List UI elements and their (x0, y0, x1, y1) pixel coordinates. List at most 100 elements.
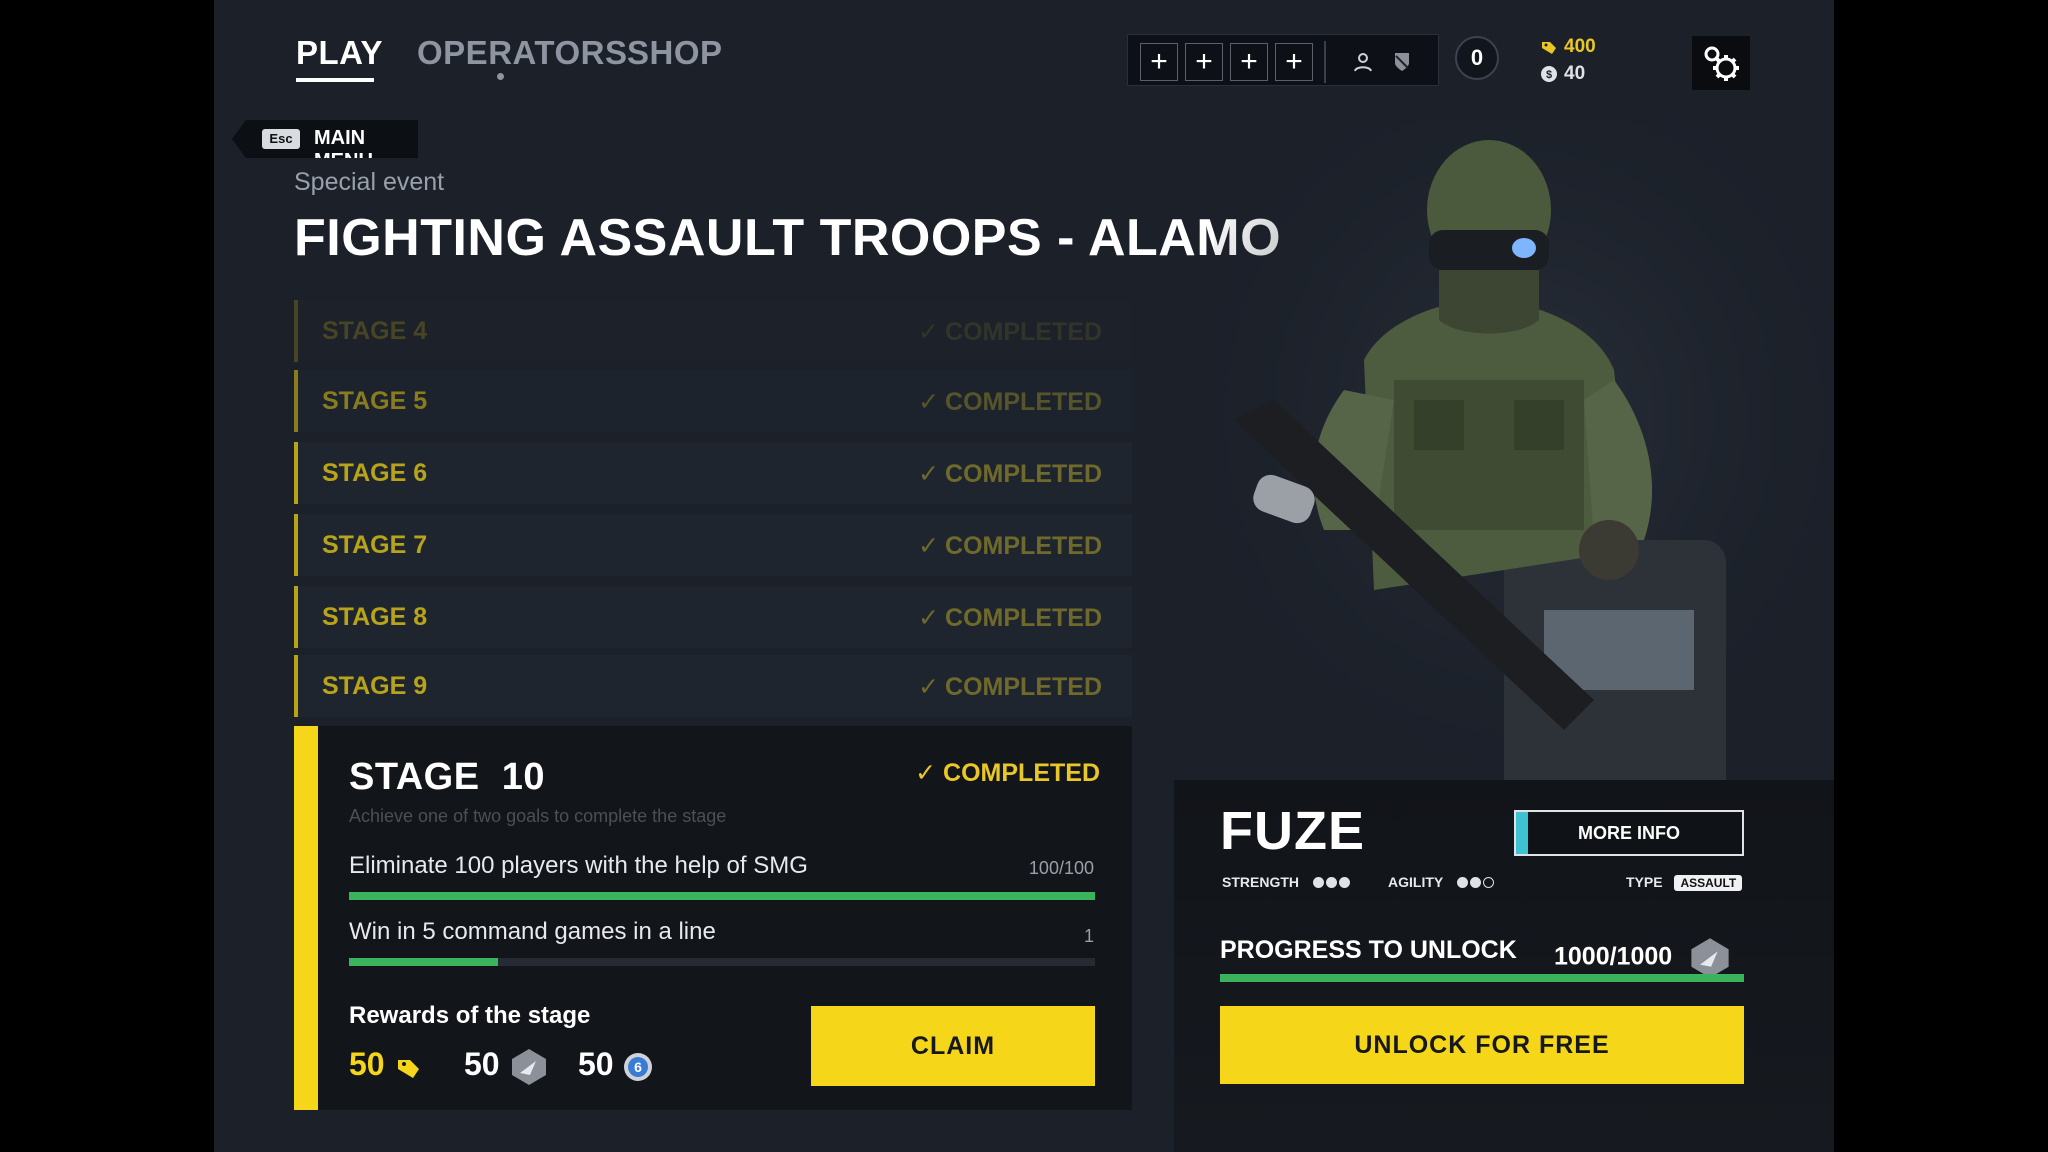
squad-slot-add-button[interactable]: + (1275, 43, 1313, 81)
strength-stat: STRENGTH (1222, 874, 1352, 891)
tab-shop[interactable]: SHOP (627, 34, 723, 72)
stage-title: STAGE 10 (349, 756, 545, 798)
tab-play[interactable]: PLAY (296, 34, 383, 72)
stage-row[interactable]: STAGE 5 ✓ COMPLETED (294, 370, 1132, 432)
agility-rating (1456, 875, 1496, 891)
stage-status-label: COMPLETED (945, 318, 1102, 346)
stage-status-label: COMPLETED (945, 673, 1102, 701)
stage-status-label: COMPLETED (945, 460, 1102, 488)
reward-amount: 50 (464, 1046, 500, 1082)
settings-gear-icon[interactable] (1692, 36, 1750, 90)
stage-name: STAGE 8 (322, 603, 428, 631)
goal-progress-bar (349, 892, 1095, 900)
check-icon: ✓ (918, 388, 940, 416)
stage-status: ✓ COMPLETED (918, 459, 1102, 489)
operator-portrait (1214, 120, 1834, 780)
rating-dot (1456, 877, 1468, 889)
rewards-label: Rewards of the stage (349, 1002, 591, 1029)
stage-row[interactable]: STAGE 6 ✓ COMPLETED (294, 442, 1132, 504)
unlock-progress-bar (1220, 974, 1744, 982)
operator-name: FUZE (1220, 801, 1365, 861)
strength-rating (1312, 875, 1352, 891)
dogtag-currency: 400 (1540, 36, 1596, 58)
notification-dot (497, 73, 504, 80)
type-stat: TYPE ASSAULT (1626, 874, 1743, 891)
svg-text:6: 6 (635, 1059, 643, 1075)
stage-status: ✓ COMPLETED (918, 603, 1102, 633)
type-badge: ASSAULT (1674, 875, 1743, 891)
check-icon: ✓ (918, 604, 940, 632)
goal-progress-fill (349, 892, 1095, 900)
claim-button[interactable]: CLAIM (811, 1006, 1095, 1086)
stage-status: ✓ COMPLETED (918, 387, 1102, 417)
squad-bar: + + + + (1127, 34, 1439, 86)
reward-amount: 50 (349, 1046, 385, 1082)
stage-description: Achieve one of two goals to complete the… (349, 806, 727, 826)
type-label: TYPE (1626, 874, 1663, 890)
squad-slot-add-button[interactable]: + (1230, 43, 1268, 81)
main-menu-back-button[interactable]: Esc MAIN MENU (232, 120, 418, 158)
active-tab-underline (296, 78, 374, 82)
check-icon: ✓ (915, 759, 944, 787)
event-title: FIGHTING ASSAULT TROOPS - ALAMO (294, 209, 1282, 267)
goal-text: Eliminate 100 players with the help of S… (349, 852, 808, 879)
stage-status-label: COMPLETED (943, 759, 1100, 787)
stage-row[interactable]: STAGE 4 ✓ COMPLETED (294, 300, 1132, 362)
goal-value: 100/100 (1028, 858, 1094, 878)
reward-operator-tokens: 50 (464, 1046, 550, 1087)
stage-status: ✓ COMPLETED (918, 672, 1102, 702)
agility-label: AGILITY (1388, 874, 1443, 890)
stage-status-label: COMPLETED (945, 532, 1102, 560)
operator-token-icon (512, 1048, 547, 1085)
agility-stat: AGILITY (1388, 874, 1496, 891)
progress-label: PROGRESS TO UNLOCK (1220, 936, 1517, 964)
stage-name: STAGE 4 (322, 317, 428, 345)
rating-dot (1312, 877, 1324, 889)
stage-status-label: COMPLETED (945, 388, 1102, 416)
goal-progress-bar (349, 958, 1095, 966)
coin-icon: $ (1541, 65, 1557, 82)
check-icon: ✓ (918, 673, 940, 701)
squad-slot-add-button[interactable]: + (1185, 43, 1223, 81)
more-info-label: MORE INFO (1578, 823, 1680, 843)
stage-status-label: COMPLETED (945, 604, 1102, 632)
rating-dot (1338, 877, 1350, 889)
svg-text:$: $ (1546, 69, 1552, 81)
profile-icon[interactable] (1351, 50, 1375, 74)
xp-coin-icon: 6 (624, 1052, 653, 1081)
reward-coins: 50 6 (578, 1046, 654, 1083)
dogtag-amount: 400 (1564, 36, 1596, 57)
stage-row[interactable]: STAGE 9 ✓ COMPLETED (294, 655, 1132, 717)
stage-status: ✓ COMPLETED (918, 531, 1102, 561)
rating-dot (1325, 877, 1337, 889)
strength-label: STRENGTH (1222, 874, 1299, 890)
active-stage-panel: STAGE 10 ✓ COMPLETED Achieve one of two … (294, 726, 1132, 1110)
rating-dot (1469, 877, 1481, 889)
check-icon: ✓ (918, 460, 940, 488)
progress-value-text: 1000/1000 (1554, 942, 1673, 971)
button-accent (1516, 812, 1528, 854)
stage-name: STAGE 5 (322, 387, 428, 415)
divider (1324, 41, 1326, 83)
stage-name: STAGE 9 (322, 672, 428, 700)
active-stage-marker (294, 726, 318, 1110)
reward-dogtags: 50 (349, 1046, 423, 1083)
coin-amount: 40 (1564, 63, 1586, 84)
level-badge: 0 (1455, 36, 1499, 80)
squad-slot-add-button[interactable]: + (1140, 43, 1178, 81)
coin-currency: $ 40 (1540, 63, 1585, 85)
check-icon: ✓ (918, 532, 940, 560)
dogtag-icon (1542, 41, 1556, 54)
tab-operators[interactable]: OPERATORS (417, 34, 627, 72)
unlock-for-free-button[interactable]: UNLOCK FOR FREE (1220, 1006, 1744, 1084)
more-info-button[interactable]: MORE INFO (1514, 810, 1744, 856)
stage-row[interactable]: STAGE 8 ✓ COMPLETED (294, 586, 1132, 648)
reward-amount: 50 (578, 1046, 614, 1082)
stage-row[interactable]: STAGE 7 ✓ COMPLETED (294, 514, 1132, 576)
rating-dot (1482, 877, 1494, 889)
shield-icon[interactable] (1390, 50, 1414, 74)
stage-name: STAGE 7 (322, 531, 428, 559)
stage-status: ✓ COMPLETED (918, 317, 1102, 347)
check-icon: ✓ (918, 318, 940, 346)
back-label: MAIN MENU (314, 127, 373, 172)
